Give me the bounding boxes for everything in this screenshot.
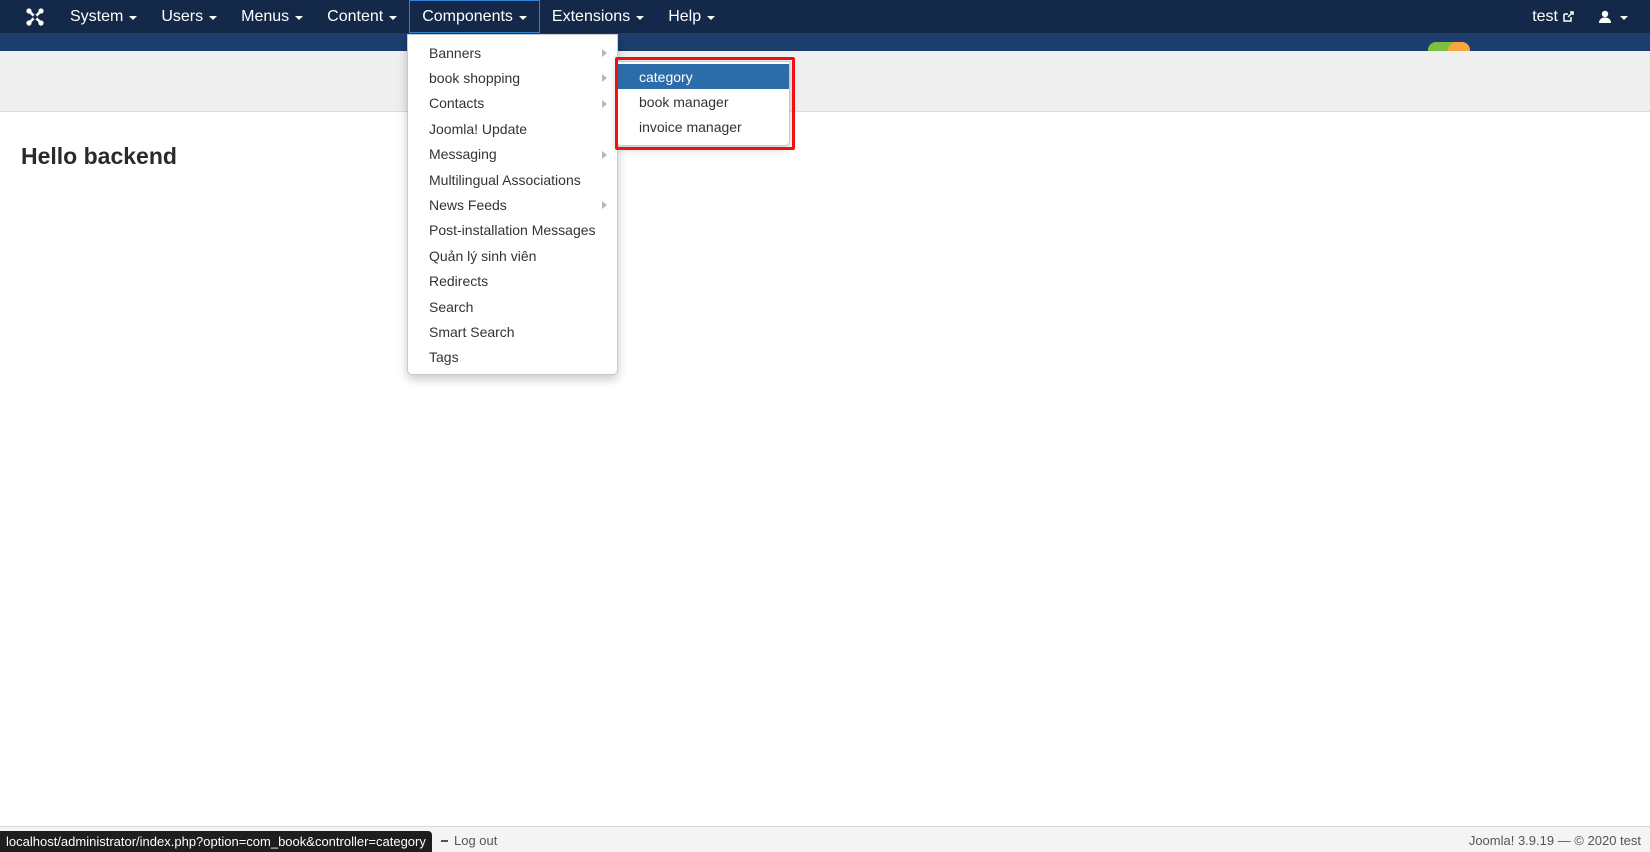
submenu-item-category[interactable]: category — [617, 64, 789, 90]
menu-menus[interactable]: Menus — [229, 0, 315, 33]
dropdown-item-quan-ly-sinh-vien[interactable]: Quản lý sinh viên — [408, 243, 617, 268]
site-link[interactable]: test — [1520, 8, 1586, 26]
submenu-item-label: book manager — [639, 94, 729, 111]
caret-down-icon — [209, 15, 218, 20]
chevron-right-icon — [602, 49, 607, 57]
dropdown-item-label: Smart Search — [429, 323, 515, 340]
site-link-label: test — [1532, 7, 1558, 25]
dropdown-item-redirects[interactable]: Redirects — [408, 269, 617, 294]
minus-icon — [441, 839, 448, 842]
page-title: Hello backend — [21, 143, 177, 169]
external-link-icon — [1563, 10, 1574, 22]
user-menu[interactable] — [1586, 10, 1650, 24]
toolbar — [0, 51, 1650, 112]
dropdown-item-label: Contacts — [429, 95, 485, 112]
submenu-item-label: category — [639, 68, 693, 85]
caret-down-icon — [707, 15, 716, 20]
dropdown-item-news-feeds[interactable]: News Feeds — [408, 192, 617, 217]
dropdown-item-banners[interactable]: Banners — [408, 40, 617, 65]
dropdown-item-multilingual-associations[interactable]: Multilingual Associations — [408, 167, 617, 192]
submenu-item-label: invoice manager — [639, 119, 742, 136]
dropdown-item-label: Joomla! Update — [429, 120, 528, 137]
menu-extensions-label: Extensions — [551, 7, 631, 25]
dropdown-item-label: Tags — [429, 349, 459, 366]
dropdown-item-label: Search — [429, 298, 474, 315]
dropdown-item-smart-search[interactable]: Smart Search — [408, 319, 617, 344]
caret-down-icon — [636, 15, 645, 20]
logout-label: Log out — [454, 833, 498, 848]
submenu-item-book-manager[interactable]: book manager — [617, 89, 789, 114]
dropdown-item-label: book shopping — [429, 70, 521, 87]
menu-users-label: Users — [161, 7, 204, 25]
user-icon — [1599, 10, 1611, 23]
caret-down-icon — [129, 15, 138, 20]
menu-content-label: Content — [327, 7, 384, 25]
joomla-logo-accent — [1448, 42, 1470, 51]
menu-content[interactable]: Content — [315, 0, 409, 33]
dropdown-item-label: Quản lý sinh viên — [429, 247, 537, 264]
dropdown-item-tags[interactable]: Tags — [408, 345, 617, 370]
dropdown-item-label: Banners — [429, 44, 482, 61]
navbar-right: test — [1520, 0, 1650, 33]
top-navbar: System Users Menus Content Components Ex… — [0, 0, 1650, 33]
book-shopping-submenu: category book manager invoice manager — [616, 61, 790, 146]
dropdown-item-label: Multilingual Associations — [429, 171, 581, 188]
menu-components-label: Components — [422, 7, 513, 25]
menu-system[interactable]: System — [58, 0, 149, 33]
menu-users[interactable]: Users — [149, 0, 229, 33]
chevron-right-icon — [602, 74, 607, 83]
joomla-icon[interactable] — [22, 4, 48, 30]
dropdown-item-label: Messaging — [429, 146, 497, 163]
chevron-right-icon — [602, 201, 607, 210]
components-dropdown: Banners book shopping Contacts Joomla! U… — [407, 34, 618, 375]
status-bar-url: localhost/administrator/index.php?option… — [0, 831, 432, 852]
menu-extensions[interactable]: Extensions — [540, 0, 656, 33]
caret-down-icon — [295, 15, 304, 20]
dropdown-item-post-installation-messages[interactable]: Post-installation Messages — [408, 218, 617, 243]
dropdown-item-label: News Feeds — [429, 197, 507, 214]
main-menu: System Users Menus Content Components Ex… — [58, 0, 727, 33]
logout-link[interactable]: Log out — [441, 833, 497, 848]
dropdown-item-contacts[interactable]: Contacts — [408, 91, 617, 116]
menu-help-label: Help — [668, 7, 702, 25]
header-strip — [0, 33, 1650, 51]
menu-help[interactable]: Help — [656, 0, 727, 33]
dropdown-item-label: Post-installation Messages — [429, 222, 596, 239]
menu-system-label: System — [70, 7, 124, 25]
dropdown-item-label: Redirects — [429, 273, 489, 290]
dropdown-item-search[interactable]: Search — [408, 294, 617, 319]
menu-components[interactable]: Components — [409, 0, 540, 33]
dropdown-item-book-shopping[interactable]: book shopping — [408, 65, 617, 90]
chevron-right-icon — [602, 99, 607, 108]
chevron-right-icon — [602, 150, 607, 159]
caret-down-icon — [1620, 15, 1628, 20]
dropdown-item-joomla-update[interactable]: Joomla! Update — [408, 116, 617, 141]
caret-down-icon — [518, 15, 527, 20]
dropdown-item-messaging[interactable]: Messaging — [408, 142, 617, 167]
version-text: Joomla! 3.9.19 — © 2020 test — [1468, 833, 1641, 848]
submenu-item-invoice-manager[interactable]: invoice manager — [617, 115, 789, 140]
menu-menus-label: Menus — [241, 7, 290, 25]
caret-down-icon — [389, 15, 398, 20]
